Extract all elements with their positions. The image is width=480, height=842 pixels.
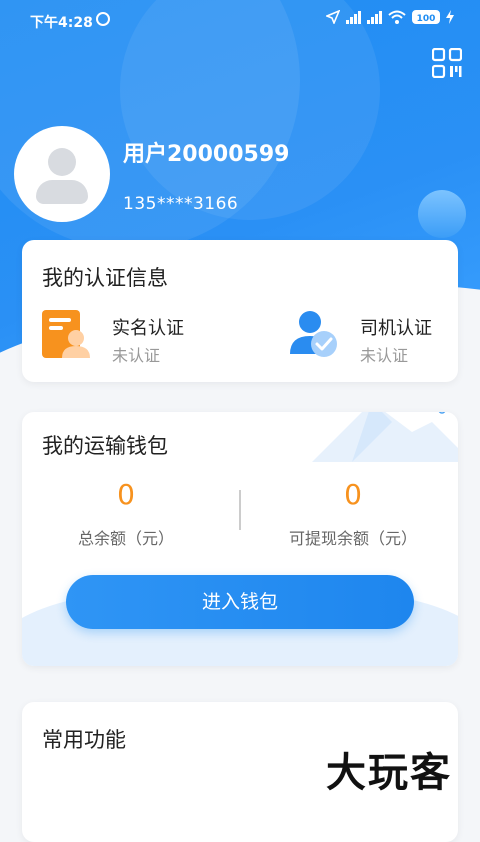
withdrawable-balance-caption: 可提现余额（元） xyxy=(288,529,417,548)
avatar-head xyxy=(48,148,76,176)
card-title: 我的认证信息 xyxy=(42,266,168,290)
auth-info-card: 我的认证信息 实名认证 未认证 司机认证 未认证 xyxy=(22,240,458,382)
card-title: 常用功能 xyxy=(42,728,126,752)
driver-verified-icon xyxy=(290,311,337,357)
signal-icon xyxy=(367,10,382,24)
withdrawable-balance-value: 0 xyxy=(344,478,362,511)
avatar[interactable] xyxy=(14,126,110,222)
status-bar: 下午4:28 100 xyxy=(0,0,480,40)
driver-auth-status: 未认证 xyxy=(360,346,409,365)
wifi-icon xyxy=(388,10,406,24)
qr-scan-icon[interactable] xyxy=(432,48,462,78)
status-time: 下午4:28 xyxy=(30,15,93,31)
decor-bubble xyxy=(418,190,466,238)
username: 用户20000599 xyxy=(123,142,290,167)
status-indicators: 100 xyxy=(326,10,454,24)
real-name-auth-status: 未认证 xyxy=(112,346,161,365)
battery-icon: 100 xyxy=(412,10,440,24)
real-name-auth-item[interactable]: 实名认证 未认证 xyxy=(40,308,240,368)
mountain-decoration: + xyxy=(312,412,458,462)
charging-icon xyxy=(446,10,454,24)
balance-divider xyxy=(239,490,241,530)
hd-signal-icon xyxy=(346,10,361,24)
transport-wallet-card: + 我的运输钱包 0 总余额（元） 0 可提现余额（元） 进入钱包 xyxy=(22,412,458,666)
location-arrow-icon xyxy=(326,10,340,24)
alarm-icon xyxy=(96,12,110,26)
driver-auth-label: 司机认证 xyxy=(360,318,432,339)
card-title: 我的运输钱包 xyxy=(42,434,168,458)
watermark-logo: 大玩客 xyxy=(326,750,452,796)
enter-wallet-button[interactable]: 进入钱包 xyxy=(66,575,414,629)
avatar-body xyxy=(36,180,88,204)
driver-auth-item[interactable]: 司机认证 未认证 xyxy=(288,308,458,368)
id-card-icon xyxy=(42,310,90,358)
phone-number: 135****3166 xyxy=(123,194,239,214)
total-balance-value: 0 xyxy=(117,478,135,511)
total-balance-caption: 总余额（元） xyxy=(77,529,174,548)
real-name-auth-label: 实名认证 xyxy=(112,318,184,339)
